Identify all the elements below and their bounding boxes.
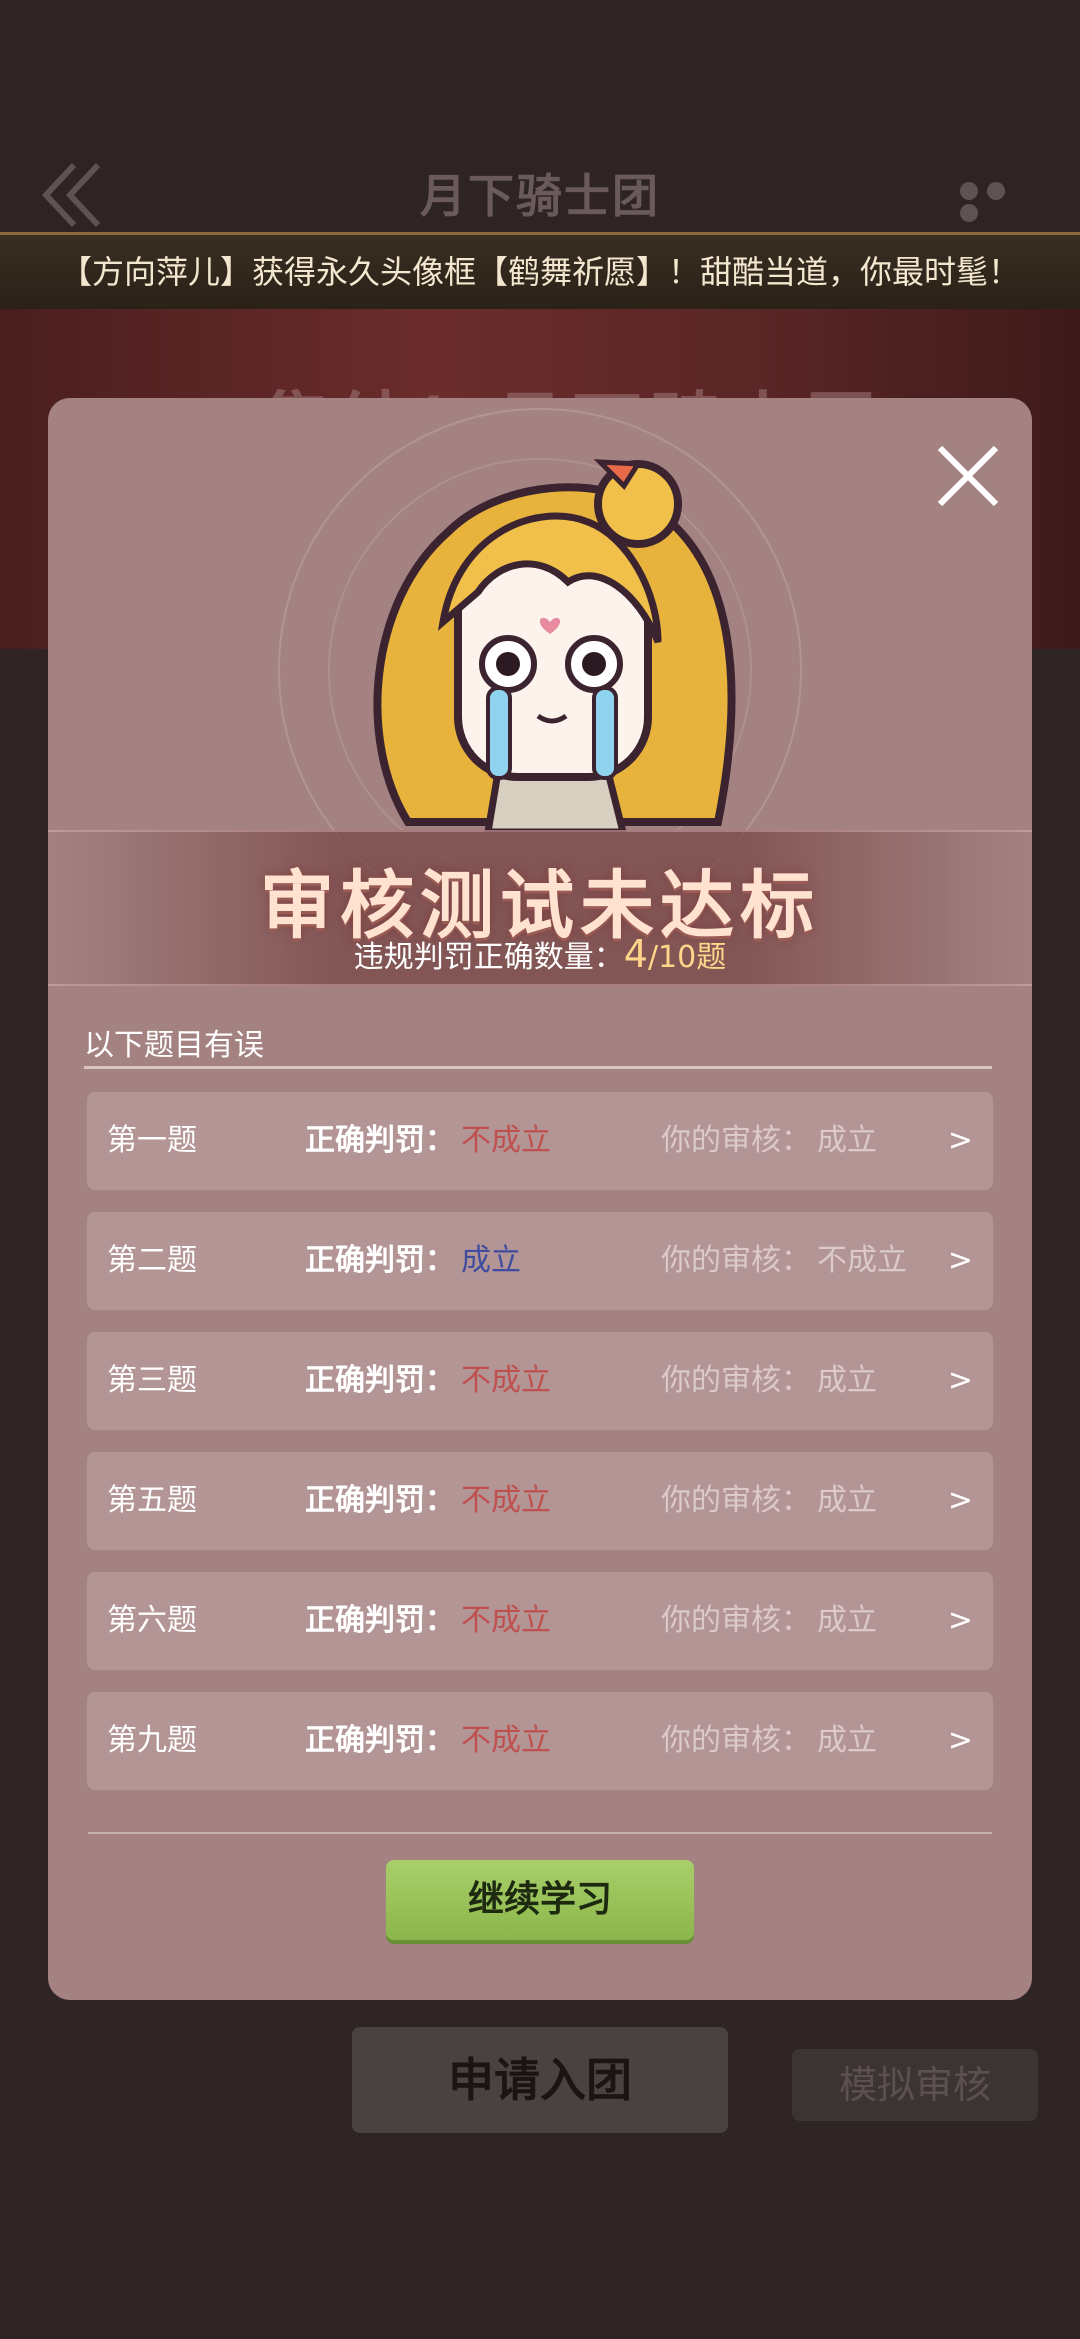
chevron-right-icon: > bbox=[947, 1243, 973, 1278]
question-label: 第九题 bbox=[107, 1723, 197, 1758]
announcement-marquee: 【方向萍儿】获得永久头像框【鹤舞祈愿】！甜酷当道，你最时髦！ bbox=[0, 232, 1080, 312]
correct-ruling-label: 正确判罚： bbox=[305, 1243, 455, 1278]
chevron-right-icon: > bbox=[947, 1363, 973, 1398]
close-icon[interactable] bbox=[928, 436, 1008, 516]
page-title: 月下骑士团 bbox=[420, 169, 660, 223]
chevron-right-icon: > bbox=[947, 1603, 973, 1638]
correct-ruling-value: 不成立 bbox=[461, 1483, 551, 1518]
question-row[interactable]: 第一题 正确判罚： 不成立 你的审核： 成立 > bbox=[87, 1092, 993, 1190]
your-review-label: 你的审核： bbox=[661, 1243, 811, 1278]
more-dots-icon[interactable] bbox=[960, 182, 1040, 222]
apply-join-button[interactable]: 申请入团 bbox=[352, 2027, 728, 2133]
correct-ruling-value: 不成立 bbox=[461, 1123, 551, 1158]
mock-review-button[interactable]: 模拟审核 bbox=[792, 2049, 1038, 2121]
question-label: 第五题 bbox=[107, 1483, 197, 1518]
question-label: 第一题 bbox=[107, 1123, 197, 1158]
your-review-value: 成立 bbox=[817, 1123, 877, 1158]
crying-mascot-illustration bbox=[373, 459, 736, 832]
review-result-modal: 审核测试未达标 违规判罚正确数量：4/10题 以下题目有误 第一题 正确判罚： … bbox=[48, 398, 1032, 2000]
score-total: /10题 bbox=[647, 940, 727, 975]
correct-ruling-value: 不成立 bbox=[461, 1363, 551, 1398]
your-review-label: 你的审核： bbox=[661, 1123, 811, 1158]
your-review-label: 你的审核： bbox=[661, 1483, 811, 1518]
your-review-value: 成立 bbox=[817, 1723, 877, 1758]
correct-ruling-label: 正确判罚： bbox=[305, 1363, 455, 1398]
correct-ruling-label: 正确判罚： bbox=[305, 1483, 455, 1518]
divider bbox=[84, 1066, 992, 1069]
your-review-value: 成立 bbox=[817, 1363, 877, 1398]
correct-ruling-label: 正确判罚： bbox=[305, 1603, 455, 1638]
correct-ruling-value: 不成立 bbox=[461, 1603, 551, 1638]
question-row[interactable]: 第二题 正确判罚： 成立 你的审核： 不成立 > bbox=[87, 1212, 993, 1310]
chevron-right-icon: > bbox=[947, 1723, 973, 1758]
chevron-right-icon: > bbox=[947, 1123, 973, 1158]
your-review-value: 不成立 bbox=[817, 1243, 907, 1278]
question-row[interactable]: 第六题 正确判罚： 不成立 你的审核： 成立 > bbox=[87, 1572, 993, 1670]
your-review-label: 你的审核： bbox=[661, 1603, 811, 1638]
your-review-value: 成立 bbox=[817, 1603, 877, 1638]
question-row[interactable]: 第三题 正确判罚： 不成立 你的审核： 成立 > bbox=[87, 1332, 993, 1430]
your-review-value: 成立 bbox=[817, 1483, 877, 1518]
wrong-questions-heading: 以下题目有误 bbox=[84, 1028, 264, 1063]
your-review-label: 你的审核： bbox=[661, 1723, 811, 1758]
footer-divider bbox=[88, 1832, 992, 1834]
app-header: 月下骑士团 bbox=[0, 0, 1080, 230]
score-label: 违规判罚正确数量： bbox=[353, 940, 624, 975]
question-row[interactable]: 第九题 正确判罚： 不成立 你的审核： 成立 > bbox=[87, 1692, 993, 1790]
correct-ruling-label: 正确判罚： bbox=[305, 1123, 455, 1158]
chevron-right-icon: > bbox=[947, 1483, 973, 1518]
correct-ruling-value: 成立 bbox=[461, 1243, 521, 1278]
question-label: 第六题 bbox=[107, 1603, 197, 1638]
wrong-questions-list: 第一题 正确判罚： 不成立 你的审核： 成立 > 第二题 正确判罚： 成立 你的… bbox=[87, 1092, 993, 1812]
score-value: 4 bbox=[623, 932, 648, 976]
question-label: 第二题 bbox=[107, 1243, 197, 1278]
correct-ruling-label: 正确判罚： bbox=[305, 1723, 455, 1758]
score-line: 违规判罚正确数量：4/10题 bbox=[48, 932, 1032, 976]
question-label: 第三题 bbox=[107, 1363, 197, 1398]
question-row[interactable]: 第五题 正确判罚： 不成立 你的审核： 成立 > bbox=[87, 1452, 993, 1550]
correct-ruling-value: 不成立 bbox=[461, 1723, 551, 1758]
continue-learning-button[interactable]: 继续学习 bbox=[386, 1860, 694, 1940]
your-review-label: 你的审核： bbox=[661, 1363, 811, 1398]
